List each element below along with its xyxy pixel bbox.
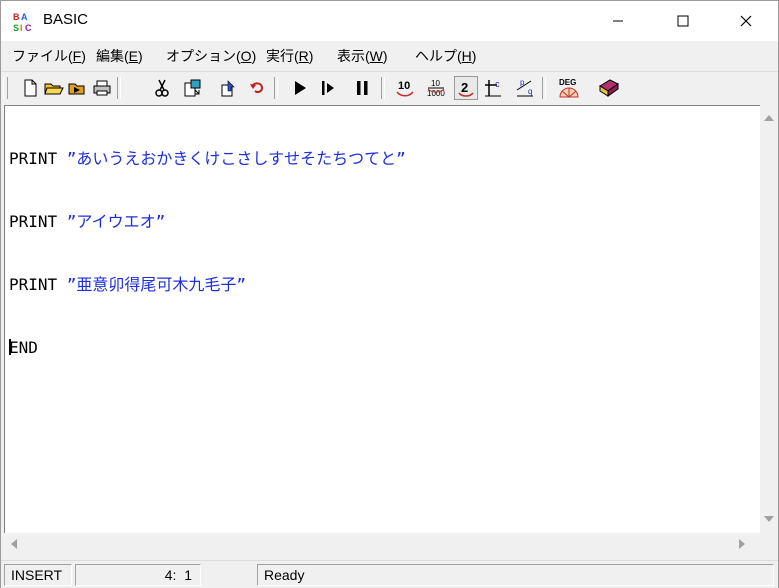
svg-text:c: c xyxy=(495,79,500,89)
code-line-4: END xyxy=(9,337,406,358)
svg-text:S: S xyxy=(13,23,19,32)
title-bar: B A S I C BASIC xyxy=(1,1,778,41)
run-icon xyxy=(295,81,306,95)
toolbar-separator xyxy=(117,77,121,99)
base10-button[interactable]: 10 xyxy=(393,76,417,100)
cut-button[interactable] xyxy=(150,76,174,100)
menu-file[interactable]: ファイル(F) xyxy=(12,46,86,66)
minimize-icon xyxy=(613,20,623,22)
code-line-3: PRINT ”亜意卯得尾可木九毛子” xyxy=(9,274,406,295)
refresh-button[interactable]: 2 xyxy=(454,76,478,100)
pq-icon: pq xyxy=(516,78,533,97)
svg-text:2: 2 xyxy=(461,80,468,95)
refresh-icon: 2 xyxy=(458,80,474,97)
string-literal: ”あいうえおかきくけこさしすせそたちつてと” xyxy=(66,149,406,168)
svg-text:A: A xyxy=(21,12,28,22)
toolbar-grip[interactable] xyxy=(3,77,8,99)
maximize-button[interactable] xyxy=(651,1,715,41)
open-recent-icon xyxy=(68,83,85,95)
tc-button[interactable]: c xyxy=(481,76,505,100)
scrollbar-corner xyxy=(760,533,777,555)
pq-button[interactable]: pq xyxy=(513,76,537,100)
insert-button[interactable] xyxy=(217,76,241,100)
deg-button[interactable]: DEG xyxy=(557,76,581,100)
horizontal-scrollbar[interactable] xyxy=(4,533,759,555)
keyword-print: PRINT xyxy=(9,275,67,294)
status-message: Ready xyxy=(257,564,774,586)
scroll-down-icon[interactable] xyxy=(764,515,774,523)
insert-icon xyxy=(221,80,235,97)
undo-button[interactable] xyxy=(245,76,269,100)
minimize-button[interactable] xyxy=(586,1,650,41)
deg-icon: DEG xyxy=(559,78,579,98)
code-lines: PRINT ”あいうえおかきくけこさしすせそたちつてと” PRINT ”アイウエ… xyxy=(9,106,406,400)
open-button[interactable] xyxy=(42,76,66,100)
vertical-scrollbar[interactable] xyxy=(760,105,777,532)
scroll-left-icon[interactable] xyxy=(10,539,18,549)
code-editor[interactable]: PRINT ”あいうえおかきくけこさしすせそたちつてと” PRINT ”アイウエ… xyxy=(4,105,760,533)
menu-run[interactable]: 実行(R) xyxy=(266,46,313,66)
keyword-print: PRINT xyxy=(9,212,67,231)
decimal-precision-icon: 101000 xyxy=(427,79,445,98)
menu-help[interactable]: ヘルプ(H) xyxy=(415,46,476,66)
cut-icon xyxy=(155,79,169,97)
print-button[interactable] xyxy=(90,76,114,100)
help-book-icon xyxy=(599,79,619,97)
tc-icon: c xyxy=(485,79,501,97)
code-line-1: PRINT ”あいうえおかきくけこさしすせそたちつてと” xyxy=(9,148,406,169)
keyword-end: END xyxy=(9,338,38,357)
svg-text:q: q xyxy=(528,87,532,96)
toolbar-separator xyxy=(542,77,546,99)
string-literal: ”アイウエオ” xyxy=(66,212,166,231)
svg-text:DEG: DEG xyxy=(559,78,576,87)
svg-text:B: B xyxy=(13,12,20,22)
paste-icon xyxy=(184,79,201,97)
window-title: BASIC xyxy=(43,11,89,28)
svg-text:I: I xyxy=(20,23,23,32)
undo-icon xyxy=(250,82,264,93)
maximize-icon xyxy=(677,15,689,27)
string-literal: ”亜意卯得尾可木九毛子” xyxy=(66,275,247,294)
open-folder-icon xyxy=(44,83,64,95)
close-icon xyxy=(740,15,752,27)
cursor-position: 4: 1 xyxy=(75,564,201,586)
pause-icon xyxy=(357,81,368,95)
base10-icon: 10 xyxy=(396,80,414,97)
svg-text:10: 10 xyxy=(398,80,410,92)
svg-text:C: C xyxy=(25,23,32,32)
edit-mode-indicator: INSERT xyxy=(4,564,72,586)
code-line-2: PRINT ”アイウエオ” xyxy=(9,211,406,232)
basic-app-icon: B A S I C xyxy=(13,12,32,32)
menu-options[interactable]: オプション(O) xyxy=(166,46,256,66)
main-window: B A S I C BASIC ファイル(F) 編集(E) オプション(O) 実… xyxy=(0,0,779,588)
svg-text:10: 10 xyxy=(431,79,440,88)
scroll-up-icon[interactable] xyxy=(764,114,774,122)
help-book-button[interactable] xyxy=(597,76,621,100)
menu-view[interactable]: 表示(W) xyxy=(337,46,388,66)
step-button[interactable] xyxy=(317,76,341,100)
keyword-print: PRINT xyxy=(9,149,67,168)
toolbar-separator xyxy=(381,77,385,99)
close-button[interactable] xyxy=(714,1,778,41)
menu-bar: ファイル(F) 編集(E) オプション(O) 実行(R) 表示(W) ヘルプ(H… xyxy=(1,41,778,69)
scroll-right-icon[interactable] xyxy=(738,539,746,549)
menu-edit[interactable]: 編集(E) xyxy=(96,46,143,66)
toolbar-separator xyxy=(274,77,278,99)
pause-button[interactable] xyxy=(350,76,374,100)
run-button[interactable] xyxy=(288,76,312,100)
paste-button[interactable] xyxy=(181,76,205,100)
new-file-button[interactable] xyxy=(18,76,42,100)
toolbar: 10 10 1000 2 c pq DEG xyxy=(1,71,778,104)
decimal-precision-button[interactable]: 10 1000 xyxy=(424,76,448,100)
status-bar: INSERT 4: 1 Ready xyxy=(1,560,778,588)
print-icon xyxy=(93,80,111,96)
open-recent-button[interactable] xyxy=(66,76,90,100)
new-file-icon xyxy=(24,79,37,97)
step-icon xyxy=(322,81,334,95)
